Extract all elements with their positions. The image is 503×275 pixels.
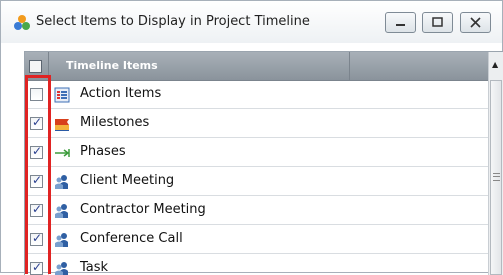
grid-header: Timeline Items <box>25 52 488 81</box>
close-icon <box>470 17 481 28</box>
list-item-contractor-meeting[interactable]: ✓ Contractor Meeting <box>25 196 488 225</box>
checkbox-column-highlight <box>25 75 51 274</box>
title-bar: Select Items to Display in Project Timel… <box>1 1 502 43</box>
milestone-flag-icon <box>55 119 69 131</box>
meeting-people-icon <box>55 233 68 247</box>
maximize-icon <box>432 17 443 27</box>
row-label: Phases <box>80 144 126 159</box>
close-button[interactable] <box>460 12 491 33</box>
app-logo-icon <box>14 15 30 30</box>
meeting-people-icon <box>55 175 68 189</box>
phase-arrow-icon <box>55 149 70 157</box>
header-divider <box>349 52 350 80</box>
scroll-up-arrow-icon[interactable]: ▲ <box>492 60 498 69</box>
row-label: Conference Call <box>80 231 183 246</box>
scrollbar-thumb[interactable] <box>490 80 502 275</box>
row-label: Client Meeting <box>80 173 175 188</box>
grip-icon <box>493 173 500 181</box>
action-items-icon <box>54 87 70 103</box>
minimize-button[interactable] <box>385 12 416 33</box>
list-item-client-meeting[interactable]: ✓ Client Meeting <box>25 167 488 196</box>
list-item-conference-call[interactable]: ✓ Conference Call <box>25 225 488 254</box>
list-item-action-items[interactable]: Action Items <box>25 80 488 109</box>
list-item-milestones[interactable]: ✓ Milestones <box>25 109 488 138</box>
row-label: Contractor Meeting <box>80 202 206 217</box>
row-label: Milestones <box>80 115 150 130</box>
list-item-phases[interactable]: ✓ Phases <box>25 138 488 167</box>
vertical-scrollbar[interactable]: ▲ <box>488 52 503 275</box>
meeting-people-icon <box>55 204 68 218</box>
list-item-task[interactable]: ✓ Task <box>25 254 488 275</box>
minimize-icon <box>396 24 405 26</box>
select-all-checkbox[interactable] <box>29 60 42 73</box>
dialog-window: Select Items to Display in Project Timel… <box>0 0 503 275</box>
timeline-items-grid: Timeline Items Action Items ✓ Milestones <box>24 51 503 275</box>
column-header-timeline-items[interactable]: Timeline Items <box>66 59 158 72</box>
row-label: Action Items <box>80 86 162 101</box>
window-title: Select Items to Display in Project Timel… <box>36 14 310 29</box>
maximize-button[interactable] <box>422 12 453 33</box>
